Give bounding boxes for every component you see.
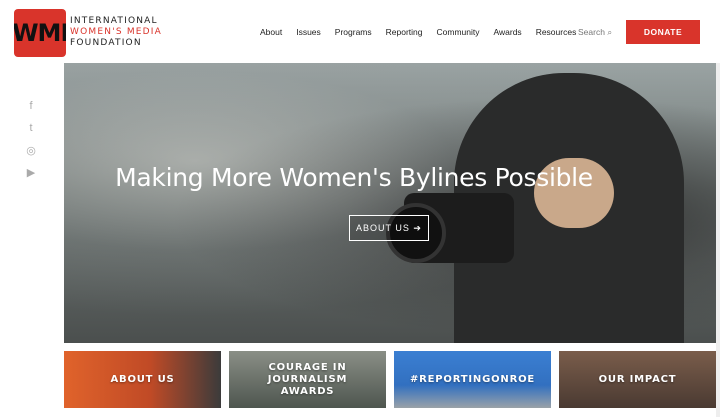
site-header: IWMF INTERNATIONAL WOMEN'S MEDIA FOUNDAT… xyxy=(0,0,720,63)
tile-reporting-on-roe[interactable]: #REPORTINGONROE xyxy=(394,351,551,408)
tile-courage-awards[interactable]: COURAGE IN JOURNALISM AWARDS xyxy=(229,351,386,408)
hero-banner: Making More Women's Bylines Possible ABO… xyxy=(64,63,716,343)
nav-item-reporting[interactable]: Reporting xyxy=(386,25,423,39)
tile-about-us[interactable]: ABOUT US xyxy=(64,351,221,408)
logo[interactable]: IWMF xyxy=(14,9,66,57)
tile-label: #REPORTINGONROE xyxy=(409,373,535,385)
nav-item-awards[interactable]: Awards xyxy=(493,25,521,39)
donate-button[interactable]: DONATE xyxy=(626,20,700,44)
facebook-icon[interactable]: f xyxy=(25,100,37,112)
logo-line-3: FOUNDATION xyxy=(70,38,142,48)
hero-title: Making More Women's Bylines Possible xyxy=(115,163,593,192)
search-label: Search xyxy=(578,27,605,37)
search-link[interactable]: Search ⌕ xyxy=(578,25,612,39)
twitter-icon[interactable]: t xyxy=(25,122,37,134)
logo-line-2: WOMEN'S MEDIA xyxy=(70,27,163,37)
logo-text[interactable]: INTERNATIONAL WOMEN'S MEDIA FOUNDATION xyxy=(70,16,162,49)
tile-label: COURAGE IN JOURNALISM AWARDS xyxy=(267,361,348,397)
about-us-button[interactable]: ABOUT US ➔ xyxy=(349,215,429,241)
youtube-icon[interactable]: ▶ xyxy=(25,166,37,179)
nav-item-community[interactable]: Community xyxy=(437,25,480,39)
nav-item-programs[interactable]: Programs xyxy=(335,25,372,39)
nav-item-resources[interactable]: Resources xyxy=(536,25,577,39)
tile-our-impact[interactable]: OUR IMPACT xyxy=(559,351,716,408)
social-links: f t ◎ ▶ xyxy=(25,100,37,179)
instagram-icon[interactable]: ◎ xyxy=(25,144,37,157)
nav-item-issues[interactable]: Issues xyxy=(296,25,321,39)
tile-label: ABOUT US xyxy=(110,373,175,385)
scrollbar[interactable] xyxy=(716,63,720,417)
nav-item-about[interactable]: About xyxy=(260,25,282,39)
search-icon: ⌕ xyxy=(607,27,613,37)
logo-mark: IWMF xyxy=(14,19,66,47)
tile-label: OUR IMPACT xyxy=(598,373,677,385)
feature-tiles: ABOUT US COURAGE IN JOURNALISM AWARDS #R… xyxy=(64,351,716,408)
logo-line-1: INTERNATIONAL xyxy=(70,16,158,26)
main-nav: About Issues Programs Reporting Communit… xyxy=(260,25,590,39)
